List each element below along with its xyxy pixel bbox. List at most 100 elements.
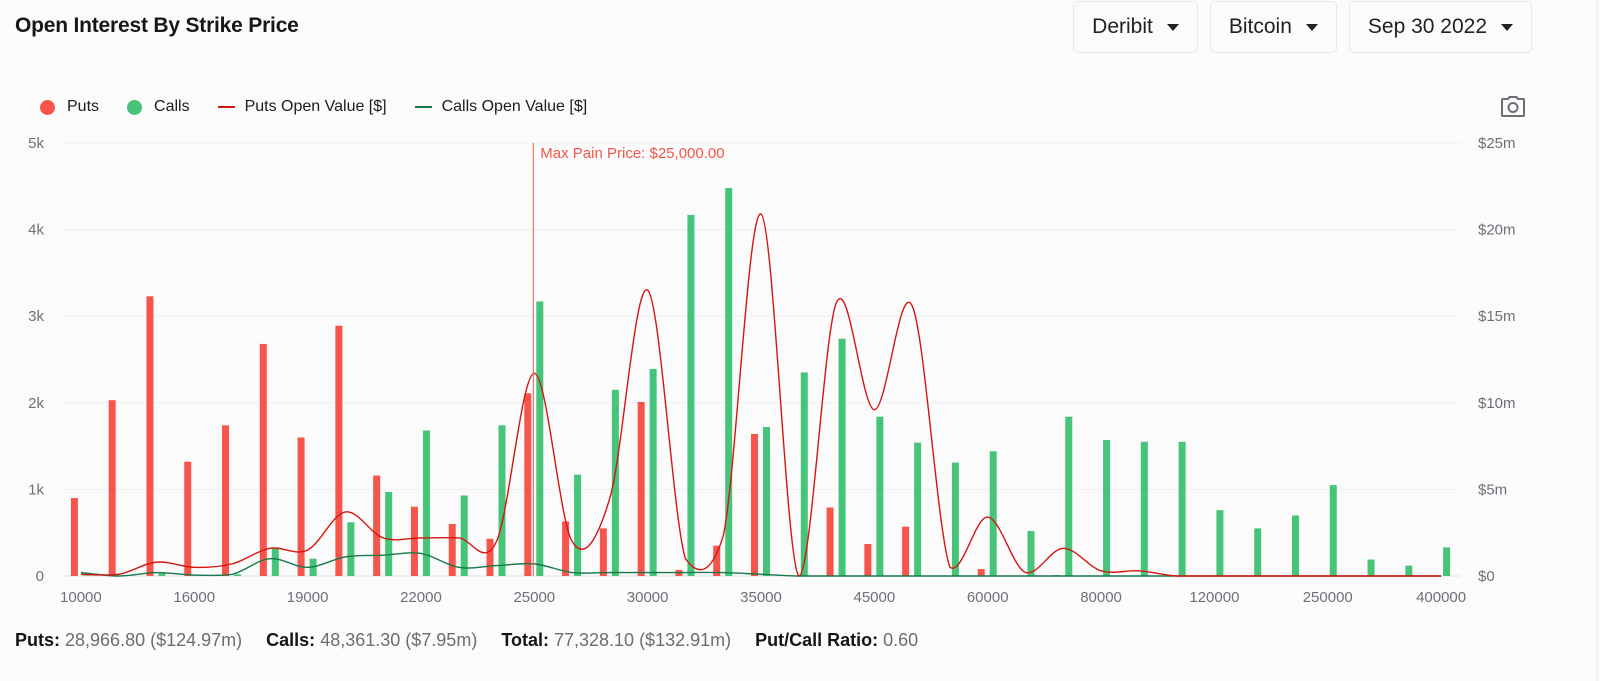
stat-label: Puts: — [15, 630, 60, 650]
puts-open-value-line — [80, 213, 1442, 577]
y-right-tick-label: $20m — [1478, 222, 1516, 239]
puts-bar — [222, 425, 230, 576]
grid-lines — [62, 142, 1460, 577]
stat-value: 48,361.30 ($7.95m) — [320, 630, 478, 650]
y-left-tick-label: 3k — [28, 308, 44, 325]
x-tick-label: 45000 — [853, 589, 895, 606]
y-axis-right: $0 $5m $10m $15m $20m $25m — [1478, 135, 1516, 585]
frame-border — [1597, 0, 1598, 681]
y-axis-left: 0 1k 2k 3k 4k 5k — [28, 135, 44, 585]
x-tick-label: 400000 — [1416, 589, 1466, 606]
calls-bar — [838, 338, 846, 576]
series-lines — [80, 213, 1442, 577]
calls-bar — [460, 495, 468, 576]
y-right-tick-label: $10m — [1478, 395, 1516, 412]
calls-bar — [347, 522, 355, 576]
stat-label: Calls: — [266, 630, 316, 650]
y-right-tick-label: $15m — [1478, 308, 1516, 325]
chart-area: 01k2k3k4k5k $0$5m$10m$15m$20m$25m 10000 1… — [28, 135, 1516, 606]
calls-bar — [989, 451, 997, 576]
x-tick-label: 25000 — [513, 589, 555, 606]
stat-total: Total: 77,328.10 ($132.91m) — [501, 630, 731, 651]
bars — [70, 188, 1451, 577]
summary-stats: Puts: 28,966.80 ($124.97m) Calls: 48,361… — [15, 630, 942, 651]
calls-bar — [951, 462, 959, 576]
calls-bar — [1329, 485, 1337, 576]
calls-bar — [234, 574, 242, 576]
y-left-tick-label: 1k — [28, 481, 44, 498]
calls-bar — [1140, 441, 1148, 576]
puts-bar — [524, 393, 532, 576]
puts-bar — [977, 569, 985, 576]
calls-bar — [574, 474, 582, 576]
calls-bar — [914, 442, 922, 576]
calls-bar — [1027, 530, 1035, 576]
calls-bar — [1216, 510, 1224, 576]
y-left-tick-label: 0 — [36, 568, 44, 585]
puts-bar — [902, 526, 910, 576]
x-tick-label: 10000 — [60, 589, 102, 606]
y-left-tick-label: 4k — [28, 222, 44, 239]
y-left-tick-label: 2k — [28, 395, 44, 412]
x-tick-label: 120000 — [1189, 589, 1239, 606]
stat-value: 0.60 — [883, 630, 919, 650]
puts-bar — [410, 506, 418, 576]
stat-puts: Puts: 28,966.80 ($124.97m) — [15, 630, 242, 651]
x-tick-label: 16000 — [173, 589, 215, 606]
calls-bar — [1367, 559, 1375, 576]
stat-value: 28,966.80 ($124.97m) — [65, 630, 243, 650]
y-left-tick-label: 5k — [28, 135, 44, 152]
puts-bar — [146, 296, 154, 576]
puts-bar — [713, 545, 721, 576]
puts-bar — [70, 498, 78, 576]
puts-bar — [335, 325, 343, 576]
puts-bar — [184, 461, 192, 576]
puts-bar — [864, 543, 872, 576]
puts-bar — [297, 437, 305, 576]
y-right-tick-label: $0 — [1478, 568, 1495, 585]
calls-bar — [876, 416, 884, 576]
calls-bar — [1443, 547, 1451, 576]
stat-put-call-ratio: Put/Call Ratio: 0.60 — [755, 630, 918, 651]
calls-bar — [1291, 515, 1299, 576]
calls-bar — [763, 427, 770, 576]
puts-bar — [826, 507, 834, 576]
calls-bar — [1103, 440, 1111, 576]
x-axis: 10000 16000 19000 22000 25000 30000 35000 45000… — [60, 589, 1466, 606]
puts-bar — [259, 343, 267, 576]
x-tick-label: 80000 — [1080, 589, 1122, 606]
calls-bar — [1178, 441, 1186, 576]
stat-label: Total: — [501, 630, 549, 650]
calls-bar — [649, 369, 657, 576]
calls-bar — [536, 301, 544, 576]
puts-bar — [751, 433, 758, 576]
puts-bar — [108, 400, 116, 576]
calls-open-value-line — [80, 552, 1442, 577]
puts-bar — [448, 524, 456, 576]
x-tick-label: 250000 — [1303, 589, 1353, 606]
x-tick-label: 30000 — [627, 589, 669, 606]
calls-bar — [1405, 565, 1413, 576]
x-tick-label: 22000 — [400, 589, 442, 606]
max-pain-label: Max Pain Price: $25,000.00 — [540, 145, 724, 162]
puts-bar — [486, 538, 494, 576]
stat-calls: Calls: 48,361.30 ($7.95m) — [266, 630, 477, 651]
calls-bar — [1065, 416, 1073, 576]
annotations: Max Pain Price: $25,000.00 — [532, 143, 725, 576]
puts-bar — [599, 528, 607, 576]
calls-bar — [271, 547, 279, 576]
calls-bar — [385, 491, 393, 576]
x-tick-label: 19000 — [287, 589, 329, 606]
puts-bar — [373, 475, 381, 576]
stat-value: 77,328.10 ($132.91m) — [553, 630, 732, 650]
y-right-tick-label: $5m — [1478, 481, 1507, 498]
calls-bar — [1254, 528, 1262, 576]
calls-bar — [498, 425, 506, 576]
x-tick-label: 60000 — [967, 589, 1009, 606]
puts-bar — [637, 401, 645, 576]
calls-bar — [158, 573, 166, 576]
stat-label: Put/Call Ratio: — [755, 630, 879, 650]
calls-bar — [687, 214, 695, 577]
y-right-tick-label: $25m — [1478, 135, 1516, 152]
x-tick-label: 35000 — [740, 589, 782, 606]
